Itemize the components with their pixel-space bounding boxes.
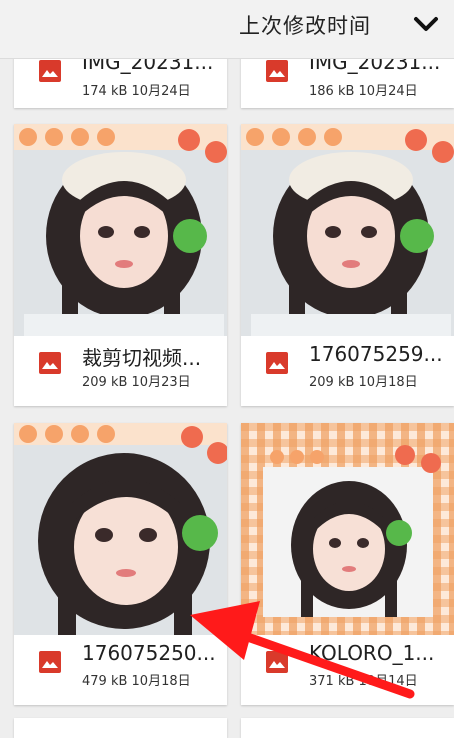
image-thumbnail xyxy=(241,423,454,635)
file-meta: 174 kB 10月24日 xyxy=(82,84,191,99)
sort-label[interactable]: 上次修改时间 xyxy=(239,10,371,40)
file-meta: 186 kB 10月24日 xyxy=(309,84,418,99)
file-meta: 371 kB 10月14日 xyxy=(309,674,418,689)
image-file-icon xyxy=(266,352,288,374)
file-name: 裁剪切视频... xyxy=(82,346,202,370)
file-info: 裁剪切视频... 209 kB 10月23日 xyxy=(14,336,227,406)
file-card[interactable]: KOLORO_1... 371 kB 10月14日 xyxy=(241,423,454,705)
image-thumbnail xyxy=(14,423,227,635)
file-meta: 479 kB 10月18日 xyxy=(82,674,191,689)
file-meta: 209 kB 10月23日 xyxy=(82,375,191,390)
file-name: KOLORO_1... xyxy=(309,641,435,665)
image-file-icon xyxy=(39,60,61,82)
file-card[interactable]: 176075259... 209 kB 10月18日 xyxy=(241,124,454,406)
file-card[interactable] xyxy=(241,718,454,738)
file-name: 176075259... xyxy=(309,342,443,366)
file-name: 176075250... xyxy=(82,641,216,665)
image-thumbnail xyxy=(241,124,454,336)
image-file-icon xyxy=(266,651,288,673)
file-grid: IMG_20231... 174 kB 10月24日 IMG_20231... … xyxy=(0,0,454,738)
sort-bar: 上次修改时间 xyxy=(0,0,454,59)
file-info: KOLORO_1... 371 kB 10月14日 xyxy=(241,635,454,705)
file-card[interactable]: 裁剪切视频... 209 kB 10月23日 xyxy=(14,124,227,406)
image-thumbnail xyxy=(14,124,227,336)
file-info: 176075259... 209 kB 10月18日 xyxy=(241,336,454,406)
file-card[interactable]: 176075250... 479 kB 10月18日 xyxy=(14,423,227,705)
image-file-icon xyxy=(39,352,61,374)
image-file-icon xyxy=(266,60,288,82)
chevron-down-icon[interactable] xyxy=(412,14,440,34)
file-meta: 209 kB 10月18日 xyxy=(309,375,418,390)
file-card[interactable] xyxy=(14,718,227,738)
image-file-icon xyxy=(39,651,61,673)
file-info: 176075250... 479 kB 10月18日 xyxy=(14,635,227,705)
